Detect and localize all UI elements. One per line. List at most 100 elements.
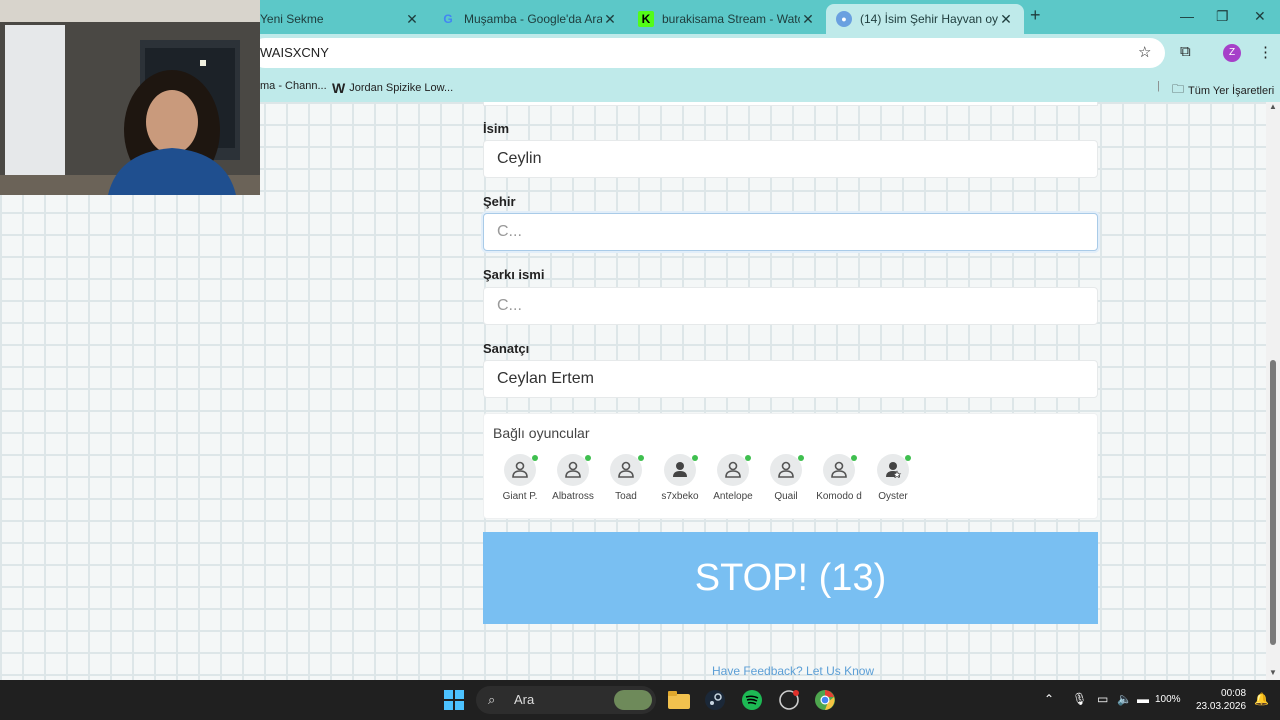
online-indicator	[585, 455, 591, 461]
webcam-overlay	[0, 0, 260, 195]
scrollbar-thumb[interactable]	[1270, 360, 1276, 645]
scroll-down-icon[interactable]: ▼	[1269, 668, 1277, 677]
tab-title: burakisama Stream - Watch Live	[662, 12, 800, 26]
notification-icon[interactable]: 🔔	[1254, 692, 1269, 706]
online-indicator	[745, 455, 751, 461]
player-name: Komodo d	[816, 491, 862, 502]
spotify-icon[interactable]	[740, 688, 764, 712]
star-icon[interactable]: ☆	[1138, 43, 1151, 61]
name-label: İsim	[483, 121, 510, 136]
chrome-icon[interactable]	[813, 688, 837, 712]
player-item: s7xbeko	[650, 454, 710, 502]
divider: |	[1157, 80, 1160, 92]
taskbar-search[interactable]: ⌕ Ara	[476, 686, 656, 714]
name-input[interactable]	[483, 140, 1098, 178]
player-name: Antelope	[713, 491, 753, 502]
microphone-icon[interactable]: 🎙	[1072, 692, 1087, 706]
user-icon	[610, 454, 644, 486]
bookmark-label: Jordan Spizike Low...	[349, 82, 454, 94]
online-indicator	[532, 455, 538, 461]
user-icon	[717, 454, 751, 486]
windows-start-icon[interactable]	[442, 688, 466, 712]
close-icon[interactable]: ✕	[800, 11, 816, 28]
folder-icon: 🗀	[1172, 82, 1185, 96]
player-item: Toad	[596, 454, 656, 502]
search-label: Ara	[514, 692, 535, 707]
network-icon[interactable]: ▭	[1097, 692, 1108, 706]
player-item: Komodo d	[809, 454, 869, 502]
player-name: Giant P.	[502, 491, 538, 502]
scrollbar[interactable]: ▲ ▼	[1266, 102, 1280, 680]
tab-game-active[interactable]: ● (14) İsim Şehir Hayvan oyununa ✕	[826, 4, 1024, 34]
new-tab-button[interactable]: +	[1030, 5, 1041, 26]
close-icon[interactable]: ✕	[998, 11, 1014, 28]
kick-icon: K	[638, 11, 654, 27]
artist-label: Sanatçı	[483, 341, 530, 356]
user-filled-icon	[664, 454, 698, 486]
address-bar[interactable]: WAISXCNY	[250, 38, 1165, 68]
close-icon[interactable]: ✕	[404, 11, 420, 28]
user-star-icon	[877, 454, 911, 486]
song-name-input[interactable]	[483, 287, 1098, 325]
tab-new-tab[interactable]: Yeni Sekme ✕	[250, 4, 430, 34]
player-name: Oyster	[878, 491, 908, 502]
tab-google-search[interactable]: G Muşamba - Google'da Ara ✕	[430, 4, 628, 34]
bookmark-item[interactable]: W Jordan Spizike Low...	[332, 80, 453, 96]
battery-icon[interactable]: ▬	[1137, 692, 1149, 706]
volume-icon[interactable]: 🔈	[1117, 692, 1132, 706]
player-item: Giant P.	[490, 454, 550, 502]
search-highlight-icon	[614, 690, 652, 710]
tab-title: Muşamba - Google'da Ara	[464, 12, 602, 26]
players-title: Bağlı oyuncular	[493, 425, 590, 441]
bookmark-label: ma - Chann...	[260, 80, 327, 92]
all-bookmarks-button[interactable]: 🗀 Tüm Yer İşaretleri	[1172, 80, 1274, 101]
song-name-label: Şarkı ismi	[483, 267, 545, 282]
online-indicator	[692, 455, 698, 461]
user-icon	[557, 454, 591, 486]
game-icon: ●	[836, 11, 852, 27]
stop-button[interactable]: STOP! (13)	[483, 532, 1098, 624]
online-indicator	[905, 455, 911, 461]
previous-field-edge	[483, 102, 1098, 106]
artist-input[interactable]	[483, 360, 1098, 398]
window-close-icon[interactable]: ✕	[1254, 8, 1266, 25]
minimize-icon[interactable]: —	[1180, 8, 1194, 24]
file-explorer-icon[interactable]	[667, 688, 691, 712]
tab-title: (14) İsim Şehir Hayvan oyununa	[860, 12, 998, 26]
bookmark-item[interactable]: ma - Chann...	[260, 80, 327, 92]
player-name: s7xbeko	[661, 491, 699, 502]
feedback-link[interactable]: Have Feedback? Let Us Know	[712, 664, 874, 678]
chevron-up-icon[interactable]: ⌃	[1044, 692, 1054, 706]
tab-kick-stream[interactable]: K burakisama Stream - Watch Live ✕	[628, 4, 826, 34]
search-icon: ⌕	[488, 692, 496, 707]
online-indicator	[798, 455, 804, 461]
city-input[interactable]	[483, 213, 1098, 251]
all-bookmarks-label: Tüm Yer İşaretleri	[1188, 84, 1275, 97]
user-icon	[504, 454, 538, 486]
profile-avatar[interactable]: Z	[1223, 44, 1241, 62]
google-icon: G	[443, 12, 453, 26]
clock[interactable]: 00:08 23.03.2026	[1196, 687, 1246, 713]
city-label: Şehir	[483, 194, 516, 209]
w-logo-icon: W	[332, 80, 346, 96]
app-icon[interactable]	[777, 688, 801, 712]
user-icon	[823, 454, 857, 486]
menu-icon[interactable]: ⋮	[1258, 43, 1273, 61]
online-indicator	[638, 455, 644, 461]
battery-percent: 100%	[1155, 694, 1181, 705]
player-item: Albatross	[543, 454, 603, 502]
player-name: Quail	[774, 491, 798, 502]
player-item: Oyster	[863, 454, 923, 502]
online-indicator	[851, 455, 857, 461]
extensions-icon[interactable]: ⧉	[1180, 43, 1191, 60]
player-item: Antelope	[703, 454, 763, 502]
user-icon	[770, 454, 804, 486]
scroll-up-icon[interactable]: ▲	[1269, 102, 1277, 111]
maximize-icon[interactable]: ❐	[1216, 8, 1229, 25]
close-icon[interactable]: ✕	[602, 11, 618, 28]
player-item: Quail	[756, 454, 816, 502]
player-name: Albatross	[552, 491, 594, 502]
windows-taskbar: ⌕ Ara ⌃ 🎙 ▭ 🔈 ▬ 100% 00:08 23.03.2026 🔔	[0, 680, 1280, 720]
clock-time: 00:08	[1221, 688, 1247, 699]
steam-icon[interactable]	[703, 688, 727, 712]
